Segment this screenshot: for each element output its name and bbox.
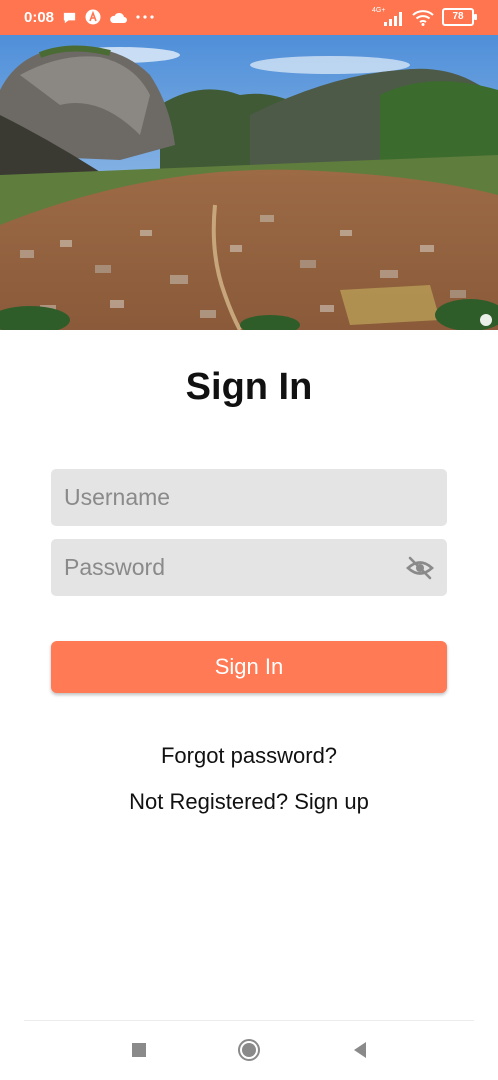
signal-icon (384, 12, 402, 26)
watermark (480, 314, 492, 326)
app-a-icon (85, 9, 101, 25)
wifi-icon (412, 9, 434, 26)
watermark-logo-icon (480, 314, 492, 326)
home-circle-icon[interactable] (237, 1038, 261, 1062)
username-field-container (51, 469, 447, 526)
sign-up-link[interactable]: Not Registered? Sign up (0, 789, 498, 815)
username-input[interactable] (51, 469, 447, 526)
password-field-container (51, 539, 447, 596)
chat-bubble-icon (63, 12, 76, 23)
status-bar: 0:08 4G+ 78 (0, 0, 498, 35)
nav-divider (24, 1020, 474, 1021)
status-system-icons: 4G+ 78 (372, 7, 477, 26)
hero-image (0, 35, 498, 330)
status-time: 0:08 (24, 9, 55, 26)
sign-in-button[interactable]: Sign In (51, 641, 447, 693)
eye-off-icon[interactable] (406, 555, 434, 581)
more-dots-icon (136, 15, 154, 19)
status-notification-icons (62, 9, 155, 25)
page-title: Sign In (185, 366, 313, 408)
signal-indicator: 4G+ (372, 7, 404, 26)
landscape-illustration (0, 35, 498, 330)
forgot-password-link[interactable]: Forgot password? (0, 743, 498, 769)
battery-icon: 78 (442, 8, 477, 26)
recents-square-icon[interactable] (127, 1038, 151, 1062)
back-triangle-icon[interactable] (348, 1038, 372, 1062)
cloud-icon (110, 12, 127, 23)
password-input[interactable] (51, 539, 447, 596)
